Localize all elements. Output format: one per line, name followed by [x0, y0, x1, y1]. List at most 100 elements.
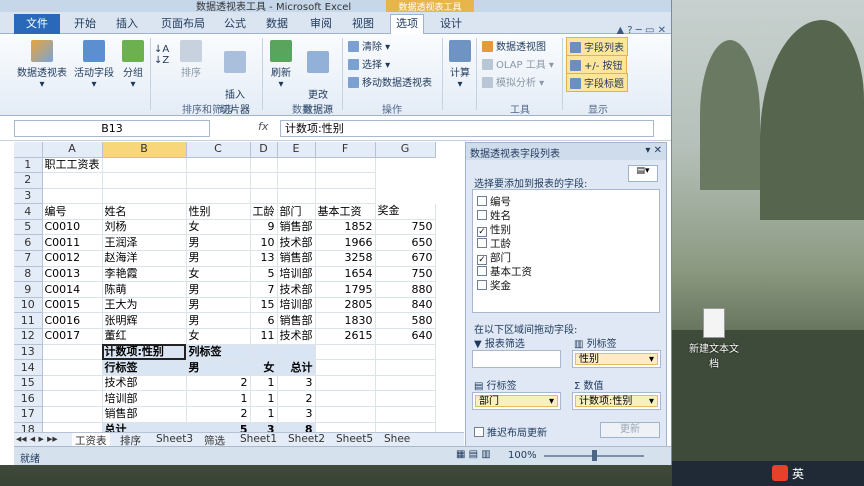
sheet-cell[interactable] [186, 172, 251, 189]
sheet-cell[interactable]: 8 [277, 422, 316, 432]
sheet-cell[interactable]: 3 [277, 406, 316, 423]
field-item[interactable]: ✓ 部门 [477, 250, 511, 265]
row-header[interactable]: 8 [14, 266, 43, 283]
olap-button[interactable]: OLAP 工具 ▾ [482, 56, 554, 71]
sheet-cell[interactable] [277, 344, 316, 361]
checkbox-icon[interactable] [477, 238, 487, 248]
sheet-cell[interactable]: 姓名 [102, 203, 187, 220]
tab-file[interactable]: 文件 [14, 14, 60, 34]
sheet-cell[interactable]: 11 [250, 328, 278, 345]
sheet-cell[interactable]: 5 [250, 266, 278, 283]
values-zone[interactable]: 计数项:性别 ▾ [572, 392, 661, 410]
sheet-cell[interactable]: 1 [250, 406, 278, 423]
tab-data[interactable]: 数据 [262, 15, 292, 34]
sheet-cell[interactable] [315, 157, 376, 174]
sheet-cell[interactable] [186, 157, 251, 174]
sheet-cell[interactable] [42, 172, 103, 189]
tab-home[interactable]: 开始 [70, 15, 100, 34]
sheet-cell[interactable]: 技术部 [277, 281, 316, 298]
fx-icon[interactable]: fx [258, 120, 268, 133]
sheet-cell[interactable]: 5 [186, 422, 251, 432]
row-header[interactable]: 2 [14, 172, 43, 189]
row-header[interactable]: 14 [14, 359, 43, 376]
sheet-cell[interactable]: 750 [375, 266, 436, 283]
column-labels-zone[interactable]: 性别 ▾ [572, 350, 661, 368]
sheet-cell[interactable]: 2 [186, 406, 251, 423]
row-header[interactable]: 11 [14, 312, 43, 330]
sheet-cell[interactable]: C0010 [42, 219, 103, 236]
sheet-cell[interactable] [315, 344, 376, 361]
clear-button[interactable]: 清除 ▾ [348, 38, 390, 53]
sheet-cell[interactable]: 男 [186, 297, 251, 314]
sheet-cell[interactable]: 1 [186, 390, 251, 407]
sheet-cell[interactable]: 670 [375, 250, 436, 267]
sheet-cell[interactable]: 技术部 [277, 328, 316, 345]
close-icon[interactable]: ▾ ✕ [645, 145, 662, 156]
sheet-cell[interactable]: 李艳霞 [102, 266, 187, 283]
row-header[interactable]: 3 [14, 188, 43, 205]
sheet-cell[interactable] [42, 375, 103, 392]
sheet-cell[interactable] [375, 422, 436, 432]
sheet-cell[interactable] [250, 172, 278, 189]
field-item[interactable]: 奖金 [477, 278, 511, 293]
sheet-cell[interactable]: 9 [250, 219, 278, 236]
sheet-cell[interactable]: 650 [375, 234, 436, 252]
active-field-button[interactable]: 活动字段 ▾ [72, 40, 116, 90]
sheet-cell[interactable]: 赵海洋 [102, 250, 187, 267]
sheet-cell[interactable]: 女 [186, 266, 251, 283]
sheet-cell[interactable]: 840 [375, 297, 436, 314]
field-list-toggle[interactable]: 字段列表 [566, 37, 628, 56]
sheet-cell[interactable] [42, 422, 103, 432]
sogou-icon[interactable] [772, 465, 788, 481]
select-all-corner[interactable] [14, 142, 43, 158]
sheet-tab-sheet3[interactable]: Sheet3 [156, 433, 193, 445]
group-button[interactable]: 分组 ▾ [118, 40, 148, 90]
sheet-cell[interactable]: 750 [375, 219, 436, 236]
sheet-cell[interactable]: C0015 [42, 297, 103, 314]
row-header[interactable]: 5 [14, 219, 43, 236]
sheet-cell[interactable] [250, 157, 278, 174]
sheet-cell[interactable]: 3 [277, 375, 316, 392]
row-header[interactable]: 1 [14, 157, 43, 174]
desktop-file-icon[interactable]: 新建文本文 档 [684, 308, 744, 370]
sheet-tab-sheet2[interactable]: Sheet2 [288, 433, 325, 445]
row-field-chip[interactable]: 部门 ▾ [475, 395, 558, 407]
column-header[interactable]: F [315, 142, 376, 158]
sheet-cell[interactable] [102, 172, 187, 189]
what-if-button[interactable]: 模拟分析 ▾ [482, 74, 544, 89]
sheet-cell[interactable]: 王大为 [102, 297, 187, 314]
field-item[interactable]: ✓ 性别 [477, 222, 511, 237]
sheet-cell[interactable] [315, 375, 376, 392]
field-item[interactable]: 姓名 [477, 208, 511, 223]
field-headers-toggle[interactable]: 字段标题 [566, 73, 628, 92]
sort-az-icon[interactable]: ↓A ↓Z [154, 44, 169, 66]
column-header[interactable]: A [42, 142, 103, 158]
sheet-cell[interactable]: 2805 [315, 297, 376, 314]
sheet-cell[interactable]: 2615 [315, 328, 376, 345]
field-item[interactable]: 基本工资 [477, 264, 532, 279]
sheet-cell[interactable] [42, 344, 103, 361]
column-header[interactable]: E [277, 142, 316, 158]
sheet-cell[interactable]: 培训部 [277, 297, 316, 314]
sheet-cell[interactable] [315, 172, 376, 189]
sheet-cell[interactable] [375, 406, 436, 423]
sheet-cell[interactable]: 男 [186, 281, 251, 298]
tab-insert[interactable]: 插入 [112, 15, 142, 34]
row-header[interactable]: 18 [14, 422, 43, 432]
tab-page-layout[interactable]: 页面布局 [156, 15, 210, 34]
view-buttons[interactable]: ▦ ▤ ▥ [456, 449, 491, 460]
checkbox-icon[interactable] [477, 210, 487, 220]
sheet-cell[interactable] [42, 390, 103, 407]
sheet-cell[interactable] [375, 390, 436, 407]
sheet-cell[interactable] [315, 188, 376, 205]
sheet-cell[interactable] [315, 359, 376, 376]
zoom-level[interactable]: 100% [508, 450, 537, 461]
sheet-cell[interactable]: 男 [186, 359, 251, 376]
checkbox-icon[interactable] [477, 280, 487, 290]
sheet-cell[interactable]: 总计 [102, 422, 187, 432]
sheet-cell[interactable]: 王润泽 [102, 234, 187, 252]
values-field-chip[interactable]: 计数项:性别 ▾ [575, 395, 658, 407]
sheet-cell[interactable]: 部门 [277, 203, 316, 220]
sort-button[interactable]: 排序 [176, 40, 206, 79]
tab-design[interactable]: 设计 [434, 15, 468, 34]
